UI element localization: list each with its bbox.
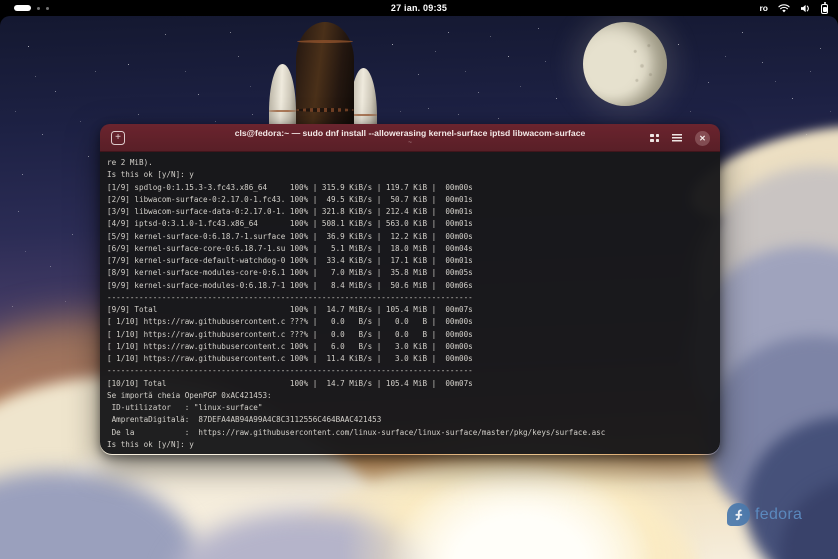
terminal-titlebar[interactable]: + cls@fedora:~ — sudo dnf install --allo… xyxy=(100,124,720,152)
window-controls: ✕ xyxy=(650,124,710,152)
rocket-nose-cone xyxy=(296,22,354,140)
terminal-line: ID-utilizator : "linux-surface" xyxy=(107,402,720,414)
clock[interactable]: 27 ian. 09:35 xyxy=(0,3,838,13)
fedora-infinity-f-icon xyxy=(731,507,746,522)
keyboard-layout-indicator: ro xyxy=(760,3,769,13)
terminal-line: Se importă cheia OpenPGP 0xAC421453: xyxy=(107,390,720,402)
close-icon: ✕ xyxy=(699,134,706,143)
wifi-icon xyxy=(778,4,790,13)
terminal-line: De la : https://raw.githubusercontent.co… xyxy=(107,427,720,439)
terminal-window: + cls@fedora:~ — sudo dnf install --allo… xyxy=(100,124,720,455)
close-button[interactable]: ✕ xyxy=(695,131,710,146)
window-title-area: cls@fedora:~ — sudo dnf install --allowe… xyxy=(160,128,660,146)
terminal-line: ----------------------------------------… xyxy=(107,292,720,304)
terminal-line: [ 1/10] https://raw.githubusercontent.c … xyxy=(107,341,720,353)
terminal-line: [9/9] kernel-surface-modules-0:6.18.7-1 … xyxy=(107,280,720,292)
fedora-logo-icon xyxy=(727,503,750,526)
terminal-line: [1/9] spdlog-0:1.15.3-3.fc43.x86_64 100%… xyxy=(107,182,720,194)
terminal-line: Is this ok [y/N]: y xyxy=(107,439,720,451)
terminal-line: [2/9] libwacom-surface-0:2.17.0-1.fc43. … xyxy=(107,194,720,206)
volume-icon xyxy=(800,4,811,13)
top-bar: 27 ian. 09:35 ro xyxy=(0,0,838,16)
moon xyxy=(583,22,667,106)
terminal-line: [ 1/10] https://raw.githubusercontent.c … xyxy=(107,353,720,365)
star-field-dim xyxy=(0,16,1,17)
desktop: fedora 27 ian. 09:35 ro + xyxy=(0,0,838,559)
rocket xyxy=(258,16,388,140)
window-subtitle: ~ xyxy=(160,139,660,146)
terminal-line: ----------------------------------------… xyxy=(107,365,720,377)
terminal-line: [7/9] kernel-surface-default-watchdog-0 … xyxy=(107,255,720,267)
menu-button[interactable] xyxy=(672,134,682,141)
terminal-line: re 2 MiB). xyxy=(107,157,720,169)
terminal-line: [5/9] kernel-surface-0:6.18.7-1.surface … xyxy=(107,231,720,243)
terminal-line: [10/10] Total 100% | 14.7 MiB/s | 105.4 … xyxy=(107,378,720,390)
terminal-line: [ 1/10] https://raw.githubusercontent.c … xyxy=(107,316,720,328)
terminal-line: [9/9] Total 100% | 14.7 MiB/s | 105.4 Mi… xyxy=(107,304,720,316)
battery-icon xyxy=(821,4,828,14)
new-tab-button[interactable]: + xyxy=(111,131,125,145)
window-title: cls@fedora:~ — sudo dnf install --allowe… xyxy=(160,128,660,138)
terminal-line: [8/9] kernel-surface-modules-core-0:6.1 … xyxy=(107,267,720,279)
terminal-line: AmprentaDigitală: 87DEFA4AB94A99A4C8C311… xyxy=(107,414,720,426)
terminal-line: [ 1/10] https://raw.githubusercontent.c … xyxy=(107,329,720,341)
fedora-wordmark: fedora xyxy=(755,506,802,524)
terminal-line: [3/9] libwacom-surface-data-0:2.17.0-1. … xyxy=(107,206,720,218)
terminal-content[interactable]: re 2 MiB).Is this ok [y/N]: y[1/9] spdlo… xyxy=(100,152,720,454)
tab-overview-button[interactable] xyxy=(650,134,659,143)
terminal-line: [4/9] iptsd-0:3.1.0-1.fc43.x86_64 100% |… xyxy=(107,218,720,230)
new-tab-plus: + xyxy=(115,132,121,143)
fedora-logo: fedora xyxy=(727,503,802,526)
terminal-line: [6/9] kernel-surface-core-0:6.18.7-1.su … xyxy=(107,243,720,255)
terminal-line: Is this ok [y/N]: y xyxy=(107,169,720,181)
system-status-area[interactable]: ro xyxy=(760,0,829,16)
